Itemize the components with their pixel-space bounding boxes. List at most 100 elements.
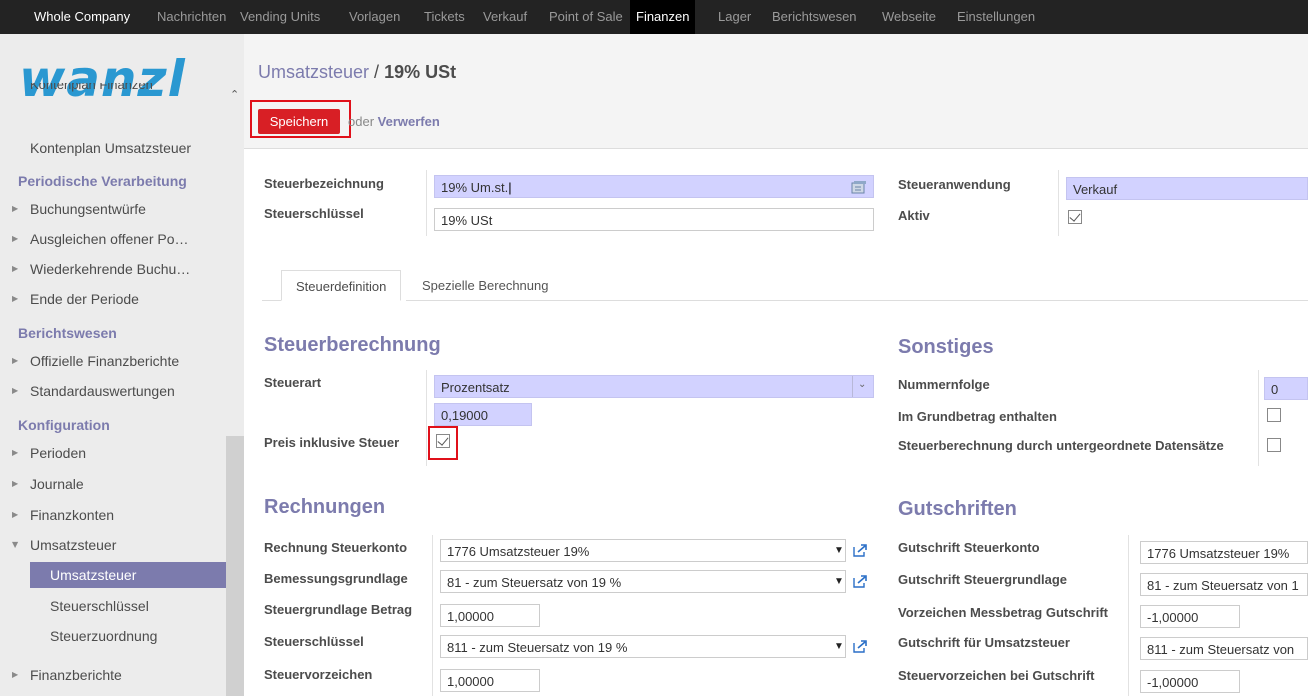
nav-finanzen[interactable]: Finanzen: [630, 0, 696, 34]
expand-triangle-icon: ▶: [12, 386, 19, 395]
discard-button[interactable]: Verwerfen: [378, 114, 440, 129]
separator: [1128, 535, 1129, 696]
tab-spezielle-berechnung[interactable]: Spezielle Berechnung: [408, 270, 562, 301]
sidebar-item-ende-periode[interactable]: ▶ Ende der Periode: [0, 288, 226, 310]
gutschrift-steuergrundlage-label: Gutschrift Steuergrundlage: [898, 572, 1068, 587]
steuerart-dropdown-toggle[interactable]: ⌄: [852, 376, 873, 397]
nummernfolge-label: Nummernfolge: [898, 377, 990, 392]
betrag-input[interactable]: 0,19000: [434, 403, 532, 426]
rechnungen-title: Rechnungen: [264, 496, 386, 518]
steuergrundlage-betrag-label: Steuergrundlage Betrag: [264, 602, 413, 617]
expand-triangle-icon: ▶: [12, 294, 19, 303]
separator: [1258, 370, 1259, 466]
nav-berichtswesen[interactable]: Berichtswesen: [772, 0, 857, 34]
collapse-triangle-icon: ▶: [11, 541, 21, 549]
sidebar-subitem-umsatzsteuer[interactable]: Umsatzsteuer: [30, 562, 226, 588]
nav-webseite[interactable]: Webseite: [882, 0, 936, 34]
steueranwendung-label: Steueranwendung: [898, 177, 1011, 192]
rechnung-steuerkonto-select[interactable]: 1776 Umsatzsteuer 19%: [440, 539, 846, 562]
sidebar-item-journale[interactable]: ▶ Journale: [0, 473, 226, 495]
expand-triangle-icon: ▶: [12, 510, 19, 519]
collapse-caret-icon[interactable]: ⌃: [230, 88, 239, 101]
expand-triangle-icon: ▶: [12, 264, 19, 273]
gutschrift-umsatzsteuer-select[interactable]: 811 - zum Steuersatz von: [1140, 637, 1308, 660]
rechnung-steuerschluessel-select[interactable]: 811 - zum Steuersatz von 19 %: [440, 635, 846, 658]
dropdown-arrow-icon[interactable]: ▼: [834, 545, 844, 556]
external-link-icon[interactable]: [852, 639, 868, 653]
rechnung-steuerkonto-label: Rechnung Steuerkonto: [264, 540, 408, 555]
bemessungsgrundlage-label: Bemessungsgrundlage: [264, 571, 408, 586]
nummernfolge-input[interactable]: 0: [1264, 377, 1308, 400]
steuervorzeichen-gutschrift-label: Steuervorzeichen bei Gutschrift: [898, 668, 1095, 683]
tab-border: [262, 300, 281, 301]
dropdown-arrow-icon[interactable]: ▼: [834, 576, 844, 587]
nav-point-of-sale[interactable]: Point of Sale: [549, 0, 623, 34]
vorzeichen-messbetrag-input[interactable]: -1,00000: [1140, 605, 1240, 628]
sidebar-heading-periodische-verarbeitung: Periodische Verarbeitung: [18, 173, 187, 189]
expand-triangle-icon: ▶: [12, 448, 19, 457]
top-navigation: Whole Company Nachrichten Vending Units …: [0, 0, 1308, 34]
dropdown-arrow-icon[interactable]: ▼: [834, 641, 844, 652]
nav-vorlagen[interactable]: Vorlagen: [349, 0, 400, 34]
aktiv-checkbox[interactable]: [1068, 210, 1082, 224]
expand-triangle-icon: ▶: [12, 670, 19, 679]
steuerart-select[interactable]: Prozentsatz: [434, 375, 874, 398]
steuerbezeichnung-label: Steuerbezeichnung: [264, 176, 384, 191]
sidebar-item-standardauswertungen[interactable]: ▶ Standardauswertungen: [0, 380, 226, 402]
steuerschluessel-input[interactable]: 19% USt: [434, 208, 874, 231]
nav-nachrichten[interactable]: Nachrichten: [157, 0, 226, 34]
gutschrift-umsatzsteuer-label: Gutschrift für Umsatzsteuer: [898, 635, 1070, 650]
sidebar-item-umsatzsteuer[interactable]: ▶ Umsatzsteuer: [0, 534, 226, 556]
sidebar-scrollbar[interactable]: [226, 436, 244, 696]
tab-steuerdefinition[interactable]: Steuerdefinition: [281, 270, 402, 301]
untergeordnete-datensaetze-checkbox[interactable]: [1267, 438, 1281, 452]
sidebar-subitem-steuerzuordnung[interactable]: Steuerzuordnung: [30, 623, 226, 649]
sidebar-heading-konfiguration: Konfiguration: [18, 417, 110, 433]
highlight-box: [428, 426, 458, 460]
sidebar-item-perioden[interactable]: ▶ Perioden: [0, 442, 226, 464]
bemessungsgrundlage-select[interactable]: 81 - zum Steuersatz von 19 %: [440, 570, 846, 593]
external-link-icon[interactable]: [852, 574, 868, 588]
nav-lager[interactable]: Lager: [718, 0, 751, 34]
sidebar-item-offizielle-finanzberichte[interactable]: ▶ Offizielle Finanzberichte: [0, 350, 226, 372]
translate-icon[interactable]: [851, 180, 867, 194]
company-logo: wanzl: [19, 50, 186, 108]
sidebar-item-finanzberichte[interactable]: ▶ Finanzberichte: [0, 664, 226, 686]
steuerbezeichnung-input[interactable]: 19% Um.st.|: [434, 175, 874, 198]
sonstiges-title: Sonstiges: [898, 336, 994, 358]
or-discard: oder Verwerfen: [348, 114, 440, 129]
nav-tickets[interactable]: Tickets: [424, 0, 465, 34]
sidebar-item-buchungsentwuerfe[interactable]: ▶ Buchungsentwürfe: [0, 198, 226, 220]
expand-triangle-icon: ▶: [12, 234, 19, 243]
steuervorzeichen-gutschrift-input[interactable]: -1,00000: [1140, 670, 1240, 693]
sidebar-subitem-steuerschluessel[interactable]: Steuerschlüssel: [30, 593, 226, 619]
sidebar-item-ausgleichen[interactable]: ▶ Ausgleichen offener Po…: [0, 228, 226, 250]
nav-verkauf[interactable]: Verkauf: [483, 0, 527, 34]
breadcrumb-current: 19% USt: [384, 62, 457, 82]
separator: [426, 170, 427, 236]
company-switcher[interactable]: Whole Company: [34, 0, 130, 34]
steuervorzeichen-label: Steuervorzeichen: [264, 667, 373, 682]
steuergrundlage-betrag-input[interactable]: 1,00000: [440, 604, 540, 627]
rechnung-steuerschluessel-label: Steuerschlüssel: [264, 634, 364, 649]
separator: [426, 370, 427, 466]
vorzeichen-messbetrag-label: Vorzeichen Messbetrag Gutschrift: [898, 605, 1108, 620]
gutschrift-steuerkonto-select[interactable]: 1776 Umsatzsteuer 19%: [1140, 541, 1308, 564]
gutschrift-steuergrundlage-select[interactable]: 81 - zum Steuersatz von 1: [1140, 573, 1308, 596]
steuervorzeichen-input[interactable]: 1,00000: [440, 669, 540, 692]
sidebar-item-finanzkonten[interactable]: ▶ Finanzkonten: [0, 504, 226, 526]
nav-vending-units[interactable]: Vending Units: [240, 0, 320, 34]
steueranwendung-select[interactable]: Verkauf: [1066, 177, 1308, 200]
breadcrumb: Umsatzsteuer / 19% USt: [258, 62, 457, 82]
gutschriften-title: Gutschriften: [898, 498, 1017, 520]
sidebar-item-kontenplan-umsatzsteuer[interactable]: Kontenplan Umsatzsteuer: [0, 137, 226, 159]
separator: [432, 535, 433, 696]
im-grundbetrag-checkbox[interactable]: [1267, 408, 1281, 422]
preis-inklusive-steuer-label: Preis inklusive Steuer: [264, 435, 400, 450]
sidebar-item-wiederkehrend[interactable]: ▶ Wiederkehrende Buchu…: [0, 258, 226, 280]
steuerschluessel-label: Steuerschlüssel: [264, 206, 364, 221]
untergeordnete-datensaetze-label: Steuerberechnung durch untergeordnete Da…: [898, 438, 1224, 453]
external-link-icon[interactable]: [852, 543, 868, 557]
nav-einstellungen[interactable]: Einstellungen: [957, 0, 1035, 34]
breadcrumb-parent-link[interactable]: Umsatzsteuer: [258, 62, 369, 82]
